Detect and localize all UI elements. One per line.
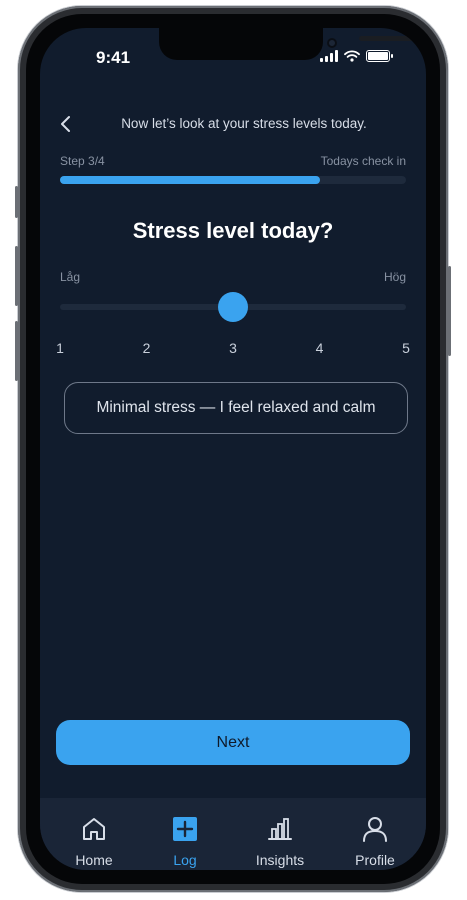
slider-ticks: 1 2 3 4 5 [56, 340, 410, 358]
stress-description-text: Minimal stress — I feel relaxed and calm [96, 399, 376, 416]
plus-square-icon [173, 817, 197, 841]
slider-tick-2: 2 [142, 340, 151, 356]
app-screen: 9:41 Now let’s look at your stress level… [40, 28, 426, 870]
next-button[interactable]: Next [56, 720, 410, 765]
progress-bar-fill [60, 176, 320, 184]
tab-insights-label: Insights [255, 852, 305, 868]
tab-profile[interactable]: Profile [335, 814, 415, 868]
tab-bar: Home Log Insights Profile [40, 798, 426, 870]
volume-up-button [15, 246, 18, 306]
tab-home[interactable]: Home [54, 814, 134, 868]
home-icon [83, 818, 105, 840]
slider-tick-3: 3 [229, 340, 237, 356]
phone-frame: 9:41 Now let’s look at your stress level… [15, 6, 451, 892]
tab-profile-label: Profile [355, 852, 395, 868]
wifi-icon [344, 50, 360, 62]
earpiece-speaker [359, 36, 426, 41]
progress-bar [60, 176, 406, 184]
status-icons [320, 50, 393, 62]
question-title: Stress level today? [132, 218, 334, 243]
slider-tick-5: 5 [402, 340, 410, 356]
tab-insights[interactable]: Insights [240, 814, 320, 868]
tab-log[interactable]: Log [145, 814, 225, 868]
front-camera [327, 38, 337, 48]
slider-tick-1: 1 [56, 340, 64, 356]
status-time: 9:41 [96, 48, 131, 67]
phone-bezel: 9:41 Now let’s look at your stress level… [26, 14, 440, 884]
stress-slider[interactable] [60, 292, 406, 322]
battery-icon [366, 50, 393, 62]
volume-down-button [15, 321, 18, 381]
scale-low-label: Låg [60, 270, 81, 284]
stress-description: Minimal stress — I feel relaxed and calm [64, 382, 408, 434]
notch [159, 28, 426, 60]
step-label: Step 3/4 [60, 154, 105, 168]
slider-thumb[interactable] [218, 292, 248, 322]
mute-switch [15, 186, 18, 218]
header-title: Now let’s look at your stress levels tod… [121, 116, 367, 131]
tab-home-label: Home [75, 852, 113, 868]
power-button [448, 266, 451, 356]
header: Now let’s look at your stress levels tod… [40, 112, 426, 136]
slider-tick-4: 4 [315, 340, 324, 356]
user-icon [363, 817, 387, 842]
checkin-label: Todays check in [320, 154, 406, 168]
back-chevron-icon[interactable] [56, 114, 76, 134]
cellular-signal-icon [320, 50, 338, 62]
scale-high-label: Hög [383, 270, 406, 284]
tab-log-label: Log [173, 852, 197, 868]
bar-chart-icon [268, 818, 292, 840]
